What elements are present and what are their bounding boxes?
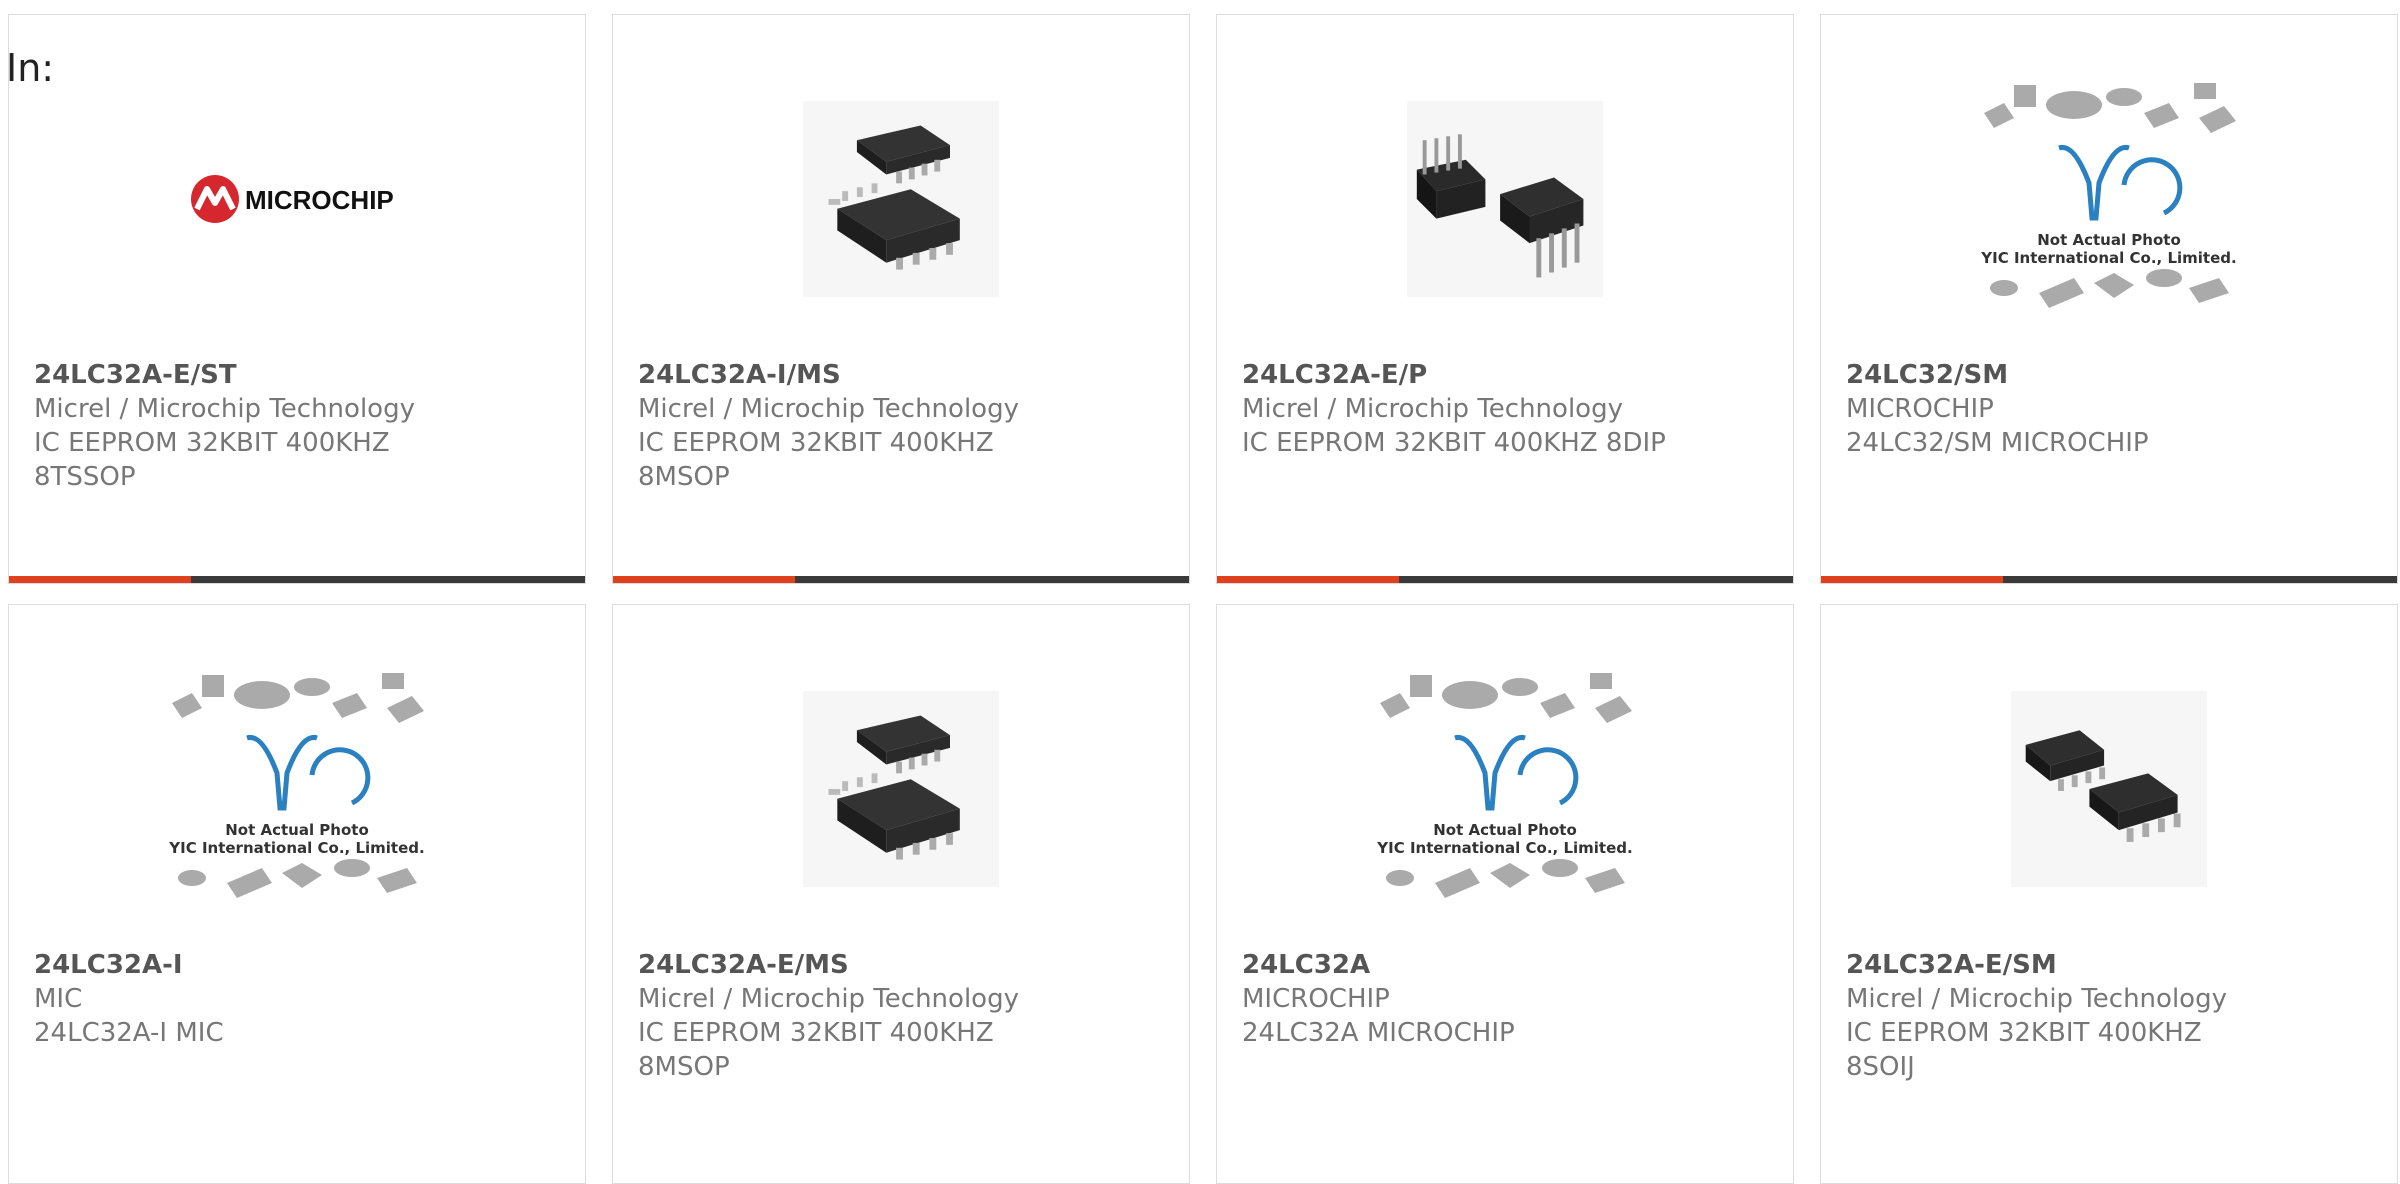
part-number[interactable]: 24LC32A-E/ST (34, 358, 565, 392)
svg-text:Not Actual Photo: Not Actual Photo (2037, 231, 2181, 249)
description-line: 24LC32/SM MICROCHIP (1846, 428, 2149, 458)
description-line: 24LC32A MICROCHIP (1242, 1018, 1515, 1048)
part-number[interactable]: 24LC32A-I (34, 948, 565, 982)
svg-text:Not Actual Photo: Not Actual Photo (1433, 821, 1577, 839)
manufacturer: Micrel / Microchip Technology (638, 394, 1019, 424)
svg-text:Not Actual Photo: Not Actual Photo (225, 821, 369, 839)
svg-text:YIC International Co., Limited: YIC International Co., Limited. (1980, 249, 2236, 267)
description-line: 8MSOP (638, 462, 730, 492)
product-card[interactable]: 24LC32A-E/P Micrel / Microchip Technolog… (1216, 14, 1794, 584)
product-image[interactable]: Not Actual Photo YIC International Co., … (1217, 663, 1793, 915)
manufacturer: MICROCHIP (1242, 984, 1390, 1014)
card-accent-bar (1821, 576, 2397, 583)
card-accent-bar (9, 576, 585, 583)
description-line: IC EEPROM 32KBIT 400KHZ (34, 428, 390, 458)
part-number[interactable]: 24LC32A-E/MS (638, 948, 1169, 982)
product-card[interactable]: 24LC32A-I/MS Micrel / Microchip Technolo… (612, 14, 1190, 584)
description-line: 8TSSOP (34, 462, 136, 492)
dip-chip-icon (1407, 101, 1603, 297)
microchip-logo-icon: MICROCHIP (191, 175, 394, 223)
yic-placeholder-icon: Not Actual Photo YIC International Co., … (1376, 673, 1633, 898)
product-card[interactable]: MICROCHIP 24LC32A-E/ST Micrel / Microchi… (8, 14, 586, 584)
product-image[interactable] (613, 663, 1189, 915)
yic-placeholder-icon: Not Actual Photo YIC International Co., … (1980, 83, 2237, 308)
product-card[interactable]: Not Actual Photo YIC International Co., … (8, 604, 586, 1184)
description-line: IC EEPROM 32KBIT 400KHZ (1846, 1018, 2202, 1048)
product-card[interactable]: 24LC32A-E/MS Micrel / Microchip Technolo… (612, 604, 1190, 1184)
svg-text:YIC International Co., Limited: YIC International Co., Limited. (1376, 839, 1632, 857)
description-line: IC EEPROM 32KBIT 400KHZ (638, 1018, 994, 1048)
manufacturer: MIC (34, 984, 83, 1014)
svg-text:YIC International Co., Limited: YIC International Co., Limited. (168, 839, 424, 857)
description-line: IC EEPROM 32KBIT 400KHZ 8DIP (1242, 428, 1666, 458)
description-line: 8MSOP (638, 1052, 730, 1082)
product-image[interactable]: Not Actual Photo YIC International Co., … (1821, 73, 2397, 325)
product-image[interactable] (1821, 663, 2397, 915)
manufacturer: Micrel / Microchip Technology (1846, 984, 2227, 1014)
part-number[interactable]: 24LC32A-E/P (1242, 358, 1773, 392)
part-number[interactable]: 24LC32A (1242, 948, 1773, 982)
card-accent-bar (613, 576, 1189, 583)
msop-chip-icon (803, 691, 999, 887)
description-line: IC EEPROM 32KBIT 400KHZ (638, 428, 994, 458)
soic-chip-icon (2011, 691, 2207, 887)
manufacturer: Micrel / Microchip Technology (638, 984, 1019, 1014)
manufacturer: Micrel / Microchip Technology (34, 394, 415, 424)
msop-chip-icon (803, 101, 999, 297)
product-image[interactable]: MICROCHIP (9, 73, 585, 325)
part-number[interactable]: 24LC32A-E/SM (1846, 948, 2377, 982)
filter-label: In: (6, 46, 55, 90)
yic-placeholder-icon: Not Actual Photo YIC International Co., … (168, 673, 425, 898)
manufacturer: MICROCHIP (1846, 394, 1994, 424)
product-card[interactable]: 24LC32A-E/SM Micrel / Microchip Technolo… (1820, 604, 2398, 1184)
product-card[interactable]: Not Actual Photo YIC International Co., … (1216, 604, 1794, 1184)
description-line: 24LC32A-I MIC (34, 1018, 224, 1048)
product-image[interactable] (613, 73, 1189, 325)
part-number[interactable]: 24LC32/SM (1846, 358, 2377, 392)
card-accent-bar (1217, 576, 1793, 583)
product-image[interactable]: Not Actual Photo YIC International Co., … (9, 663, 585, 915)
part-number[interactable]: 24LC32A-I/MS (638, 358, 1169, 392)
product-image[interactable] (1217, 73, 1793, 325)
description-line: 8SOIJ (1846, 1052, 1915, 1082)
product-card[interactable]: Not Actual Photo YIC International Co., … (1820, 14, 2398, 584)
manufacturer: Micrel / Microchip Technology (1242, 394, 1623, 424)
logo-text: MICROCHIP (245, 185, 394, 215)
